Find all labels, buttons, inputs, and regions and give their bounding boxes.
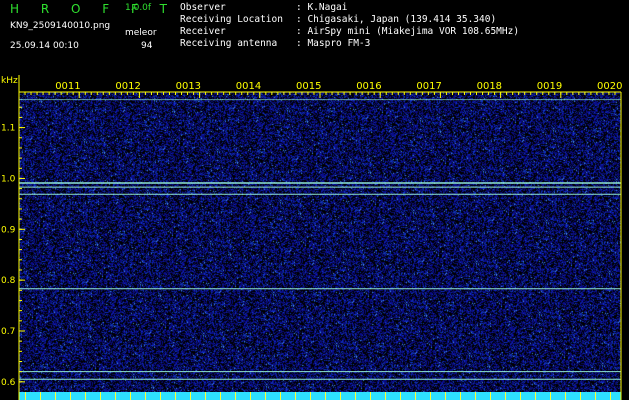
band-spike	[445, 392, 446, 400]
x-tick-label: 0014	[236, 81, 261, 92]
observer-value: : K.Nagai	[296, 2, 348, 13]
band-spike	[130, 392, 131, 400]
count-value: 94	[141, 41, 153, 51]
band-spike	[295, 392, 296, 400]
band-spike	[475, 392, 476, 400]
observation-datetime: 25.09.14 00:10	[10, 41, 79, 51]
app-title: H R O F F T	[10, 2, 177, 16]
band-spike	[40, 392, 41, 400]
band-spike	[85, 392, 86, 400]
band-spike	[385, 392, 386, 400]
band-spike	[355, 392, 356, 400]
observer-label: Observer	[180, 2, 226, 13]
band-spike	[520, 392, 521, 400]
band-spike	[325, 392, 326, 400]
x-tick-label: 0015	[296, 81, 321, 92]
band-spike	[595, 392, 596, 400]
spectrogram-frame: kHz 1.1 1.0 0.9 0.8 0.7 0.6 0011 0012 0013 0014 001…	[1, 75, 622, 400]
version-label: 1.0.0f	[125, 3, 152, 13]
band-spike	[580, 392, 581, 400]
program-label: meleor	[125, 28, 157, 38]
band-spike	[190, 392, 191, 400]
antenna-value: : Maspro FM-3	[296, 38, 371, 49]
band-spike	[610, 392, 611, 400]
band-spike	[220, 392, 221, 400]
location-value: : Chigasaki, Japan (139.414 35.340)	[296, 14, 497, 25]
band-spike	[70, 392, 71, 400]
band-spike	[205, 392, 206, 400]
y-tick-label: 0.9	[1, 225, 16, 235]
band-spike	[250, 392, 251, 400]
band-spike	[370, 392, 371, 400]
band-spike	[25, 392, 26, 400]
band-spike	[535, 392, 536, 400]
y-tick-label: 0.7	[1, 327, 15, 337]
receiver-value: : AirSpy mini (Miakejima VOR 108.65MHz)	[296, 26, 520, 37]
location-label: Receiving Location	[180, 14, 283, 25]
x-tick-label: 0020	[597, 81, 622, 92]
x-tick-label: 0018	[477, 81, 502, 92]
band-spike	[145, 392, 146, 400]
band-spike	[430, 392, 431, 400]
y-tick-label: 0.6	[1, 378, 16, 388]
x-tick-label: 0011	[55, 81, 80, 92]
antenna-label: Receiving antenna	[180, 38, 278, 49]
band-spike	[55, 392, 56, 400]
x-tick-label: 0013	[176, 81, 201, 92]
y-tick-label: 1.1	[1, 124, 15, 134]
band-spike	[340, 392, 341, 400]
band-spike	[100, 392, 101, 400]
x-tick-label: 0017	[416, 81, 441, 92]
band-spike	[505, 392, 506, 400]
receiver-label: Receiver	[180, 26, 226, 37]
band-spike	[415, 392, 416, 400]
file-name: KN9_2509140010.png	[10, 21, 111, 31]
band-spike	[460, 392, 461, 400]
x-tick-label: 0012	[115, 81, 140, 92]
band-spike	[565, 392, 566, 400]
band-spike	[310, 392, 311, 400]
x-tick-label: 0016	[356, 81, 381, 92]
band-spike	[265, 392, 266, 400]
band-spike	[490, 392, 491, 400]
x-tick-label: 0019	[537, 81, 562, 92]
y-unit-label: kHz	[1, 76, 18, 86]
band-spike	[175, 392, 176, 400]
band-spike	[160, 392, 161, 400]
band-spike	[400, 392, 401, 400]
bottom-band	[19, 392, 621, 400]
band-spike	[550, 392, 551, 400]
band-spike	[115, 392, 116, 400]
y-tick-label: 1.0	[1, 174, 16, 184]
band-spike	[280, 392, 281, 400]
y-tick-label: 0.8	[1, 276, 16, 286]
band-spike	[235, 392, 236, 400]
